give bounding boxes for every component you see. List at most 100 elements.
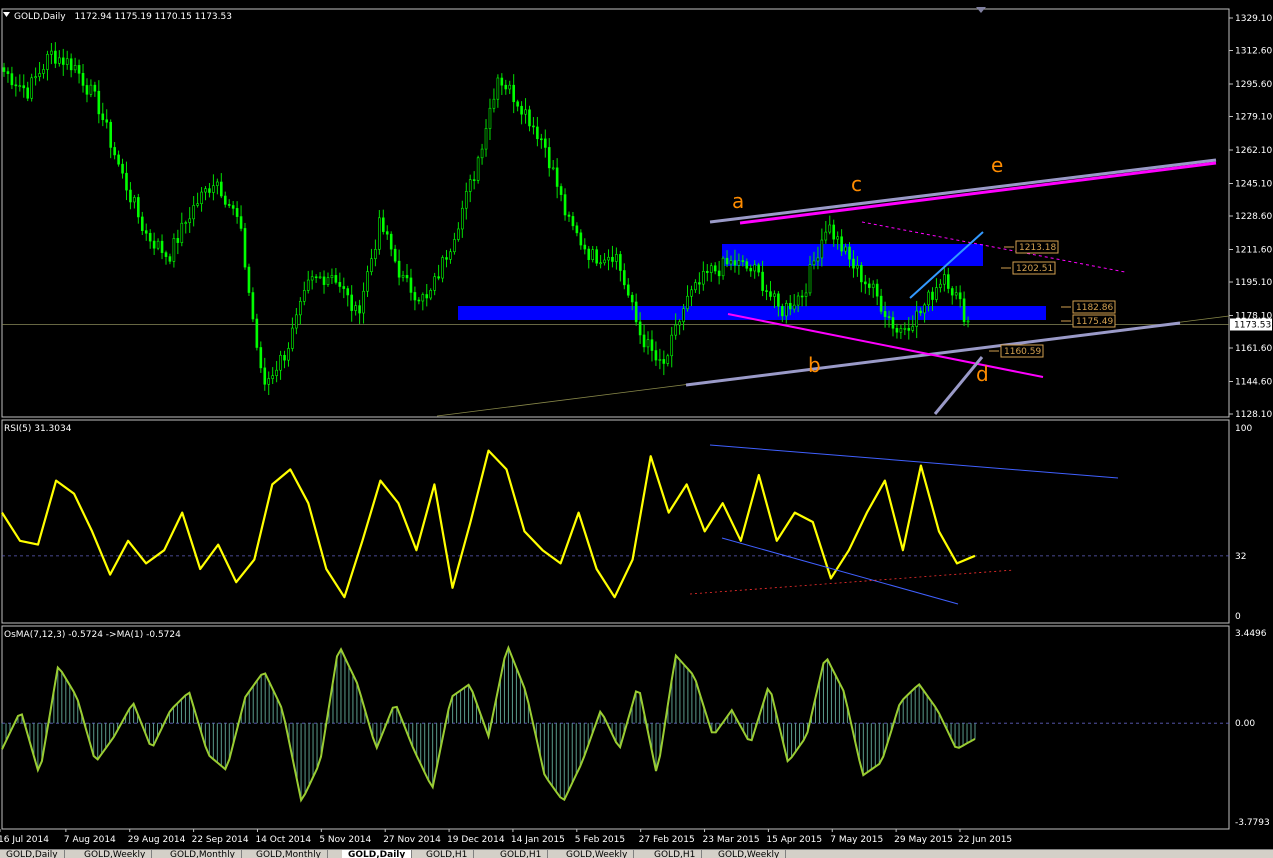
- candle-body: [156, 240, 160, 249]
- candle-body: [753, 264, 756, 272]
- candle-body: [350, 294, 353, 311]
- symbol-label: GOLD,Daily: [14, 12, 66, 22]
- candle-body: [30, 77, 33, 99]
- candle-body: [769, 291, 772, 297]
- panel-frame-3: [1, 625, 1230, 830]
- candle-body: [441, 257, 444, 279]
- candle-body: [401, 275, 405, 278]
- candle-body: [421, 294, 425, 302]
- candle-body: [824, 231, 828, 241]
- candle-body: [867, 283, 871, 288]
- candle-body: [820, 239, 824, 259]
- candle-body: [129, 189, 132, 203]
- time-tick-label: 23 Mar 2015: [703, 835, 760, 845]
- candle-body: [393, 248, 397, 262]
- chart-area[interactable]: 1329.10 1312.60 1295.60 1279.10 1262.10 1245.…: [0, 0, 1273, 849]
- candle-body: [121, 163, 124, 174]
- candle-body: [480, 148, 484, 159]
- candle-body: [65, 58, 69, 65]
- candle-body: [445, 257, 448, 260]
- candle-body: [796, 295, 800, 306]
- candle-body: [231, 205, 235, 209]
- candle-body: [619, 254, 622, 271]
- candle-body: [208, 188, 211, 193]
- candle-body: [255, 318, 259, 348]
- candle-body: [887, 316, 891, 318]
- candle-body: [263, 367, 267, 385]
- shift-marker-icon[interactable]: [976, 7, 986, 13]
- candle-body: [532, 125, 535, 128]
- candle-body: [626, 284, 630, 296]
- candle-body: [85, 85, 89, 95]
- candle-body: [176, 238, 180, 243]
- time-tick-label: 7 May 2015: [830, 835, 883, 845]
- candle-body: [2, 67, 6, 72]
- candle-body: [816, 257, 820, 262]
- candle-body: [464, 191, 468, 209]
- price-label: 1160.59: [1004, 347, 1041, 357]
- candle-body: [536, 126, 539, 140]
- annotations: a b c d e 1213.18 1202.51 1182.86 1175.49 1160.59: [732, 153, 1116, 386]
- candle-body: [579, 232, 583, 246]
- candle-body: [243, 228, 247, 268]
- osma-tick-label: 0.00: [1235, 719, 1255, 729]
- candle-body: [140, 216, 144, 231]
- price-tick-label: 1128.10: [1235, 410, 1272, 420]
- candle-body: [852, 258, 855, 269]
- candle-body: [804, 292, 808, 297]
- candle-body: [504, 84, 508, 90]
- candle-body: [860, 265, 863, 283]
- candle-body: [468, 179, 472, 192]
- candle-body: [326, 277, 330, 285]
- candle-body: [591, 249, 595, 260]
- candle-body: [295, 314, 298, 329]
- candle-body: [58, 57, 61, 64]
- candle-body: [500, 77, 504, 86]
- candle-body: [717, 270, 721, 277]
- candle-body: [575, 225, 579, 234]
- candle-body: [137, 197, 140, 218]
- candle-body: [864, 281, 867, 285]
- candle-body: [38, 73, 41, 77]
- candle-body: [212, 185, 215, 193]
- osma-title: OsMA(7,12,3) -0.5724 ->MA(1) -0.5724: [4, 630, 181, 640]
- osma-tick-label: 3.4496: [1235, 629, 1267, 639]
- candle-body: [883, 311, 887, 317]
- price-tick-label: 1161.60: [1235, 344, 1272, 354]
- candle-body: [338, 282, 342, 287]
- candle-body: [950, 288, 954, 296]
- candle-body: [777, 293, 780, 307]
- candle-body: [528, 109, 531, 127]
- candle-body: [310, 276, 314, 281]
- candle-body: [638, 321, 642, 336]
- candle-body: [705, 270, 709, 273]
- menu-triangle-icon[interactable]: [3, 12, 10, 17]
- candle-body: [160, 240, 164, 253]
- candle-body: [220, 181, 223, 197]
- candle-body: [832, 224, 836, 240]
- candle-body: [429, 290, 433, 299]
- rsi-tick-label: 32: [1235, 552, 1246, 562]
- candle-body: [725, 257, 729, 265]
- time-tick-label: 27 Nov 2014: [383, 835, 441, 845]
- candle-body: [808, 264, 812, 294]
- candle-body: [148, 232, 152, 242]
- candle-body: [318, 276, 322, 279]
- price-tick-label: 1329.10: [1235, 14, 1272, 24]
- candle-body: [935, 287, 938, 300]
- candle-body: [903, 328, 907, 330]
- candle-body: [152, 240, 156, 249]
- candle-body: [737, 260, 741, 266]
- candle-body: [453, 239, 456, 253]
- candle-body: [670, 334, 674, 357]
- candle-body: [773, 293, 776, 297]
- candle-body: [666, 355, 670, 364]
- candle-body: [840, 236, 843, 252]
- candle-body: [34, 76, 37, 79]
- price-tick-label: 1228.60: [1235, 212, 1272, 222]
- candle-body: [879, 295, 883, 312]
- candle-body: [366, 271, 369, 292]
- candle-body: [939, 283, 942, 288]
- candle-body: [709, 265, 713, 273]
- candle-body: [18, 85, 22, 87]
